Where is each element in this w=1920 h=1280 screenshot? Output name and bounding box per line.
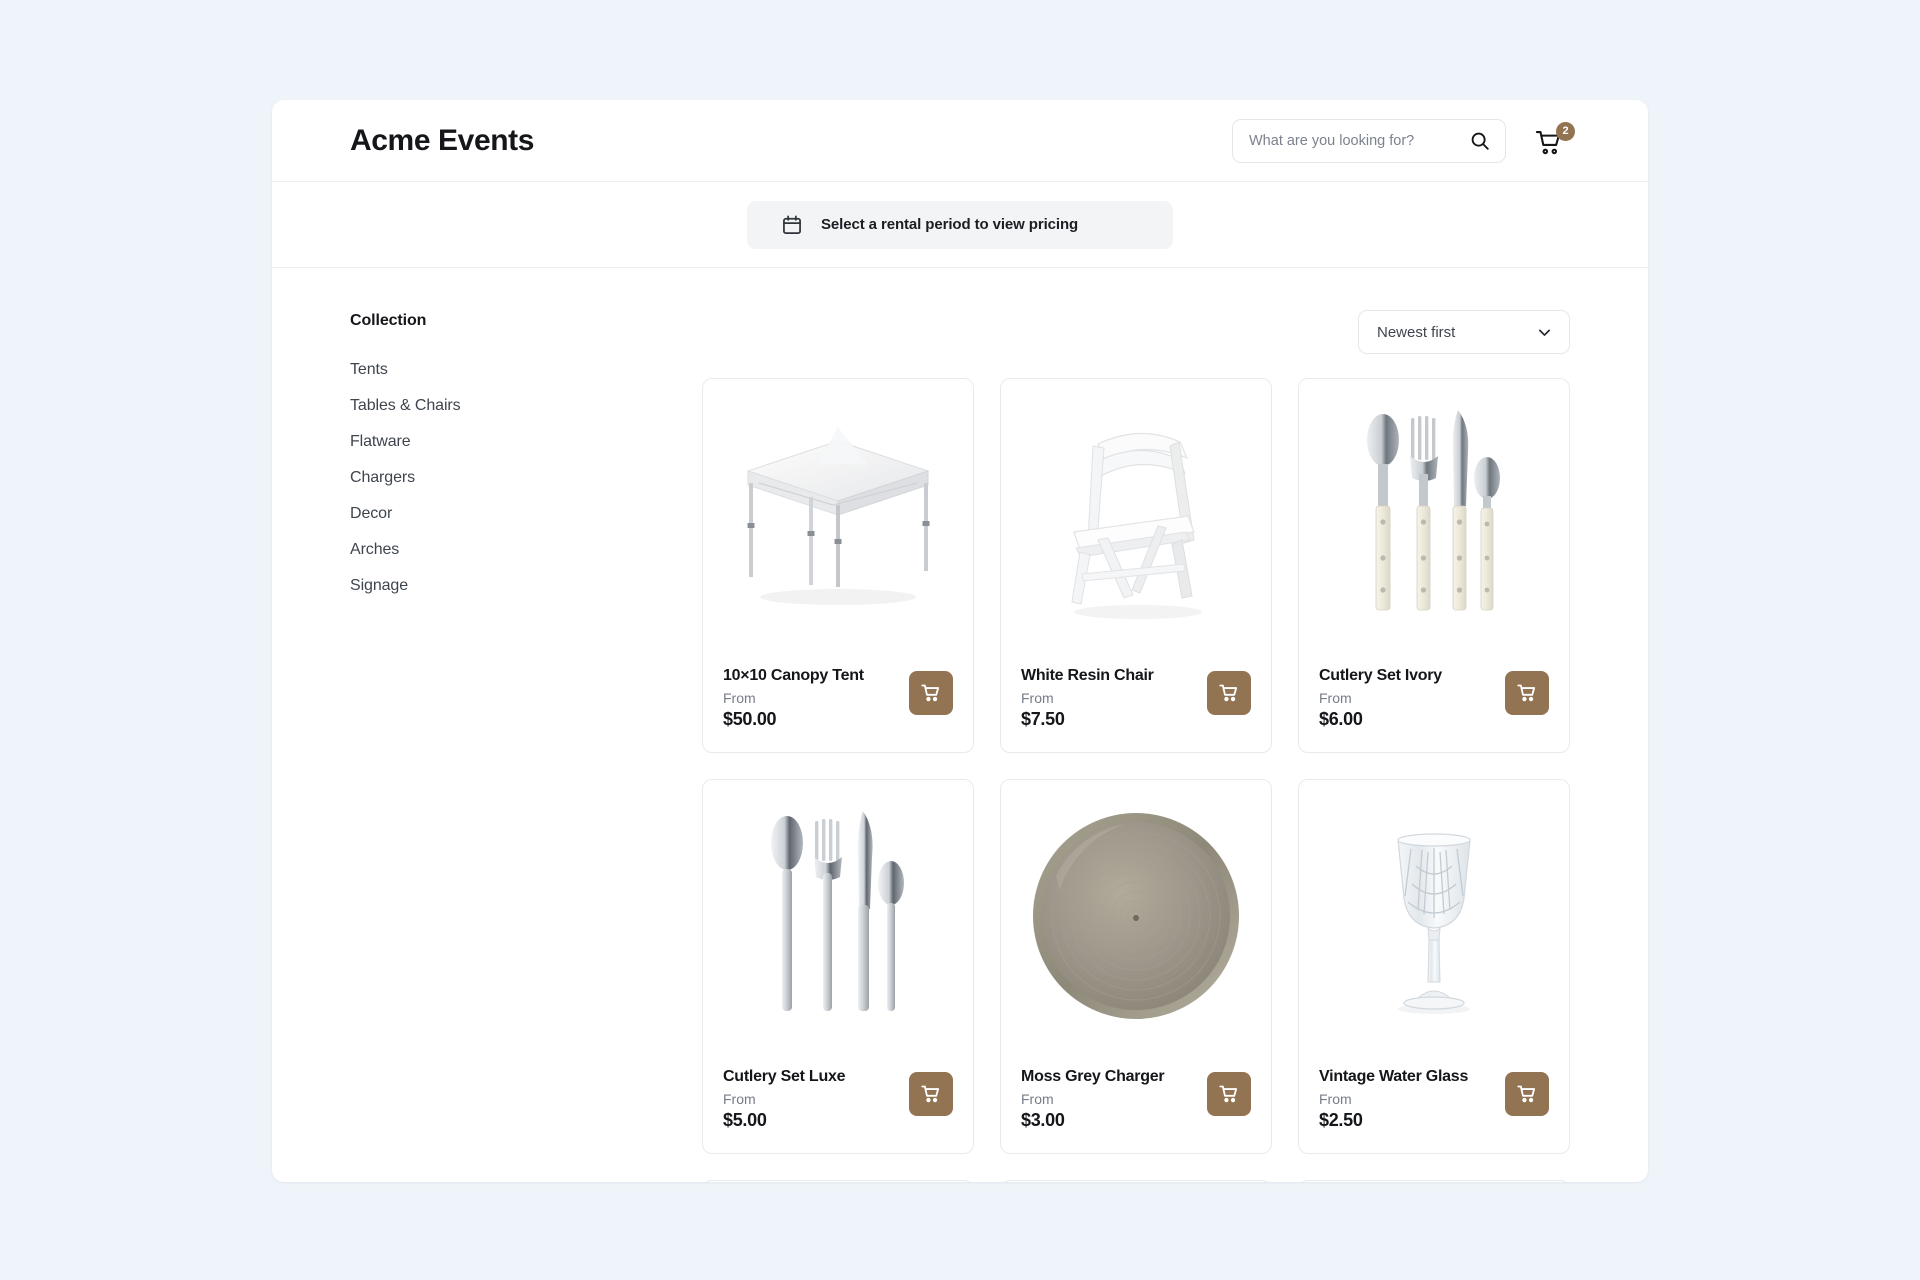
header-actions: 2 [1232,118,1575,163]
product-image-water-glass [1299,780,1569,1052]
shopping-cart-icon [1517,684,1536,702]
shopping-cart-icon [1517,1085,1536,1103]
sidebar: Collection Tents Tables & Chairs Flatwar… [350,310,702,1182]
sort-dropdown[interactable]: Newest first [1358,310,1570,354]
page-root: Acme Events What are you looking for? 2 … [0,0,1920,1280]
cart-button[interactable]: 2 [1534,121,1575,158]
product-info: Cutlery Set Ivory From $6.00 [1299,651,1569,752]
product-image-canopy-tent [703,379,973,651]
search-box[interactable] [1232,118,1506,163]
product-title: Cutlery Set Ivory [1319,667,1442,684]
sidebar-item-flatware[interactable]: Flatware [350,424,702,460]
search-input[interactable] [1249,132,1469,149]
sort-selected-label: Newest first [1377,323,1456,341]
product-from-label: From [1021,1091,1054,1107]
app-header: Acme Events What are you looking for? 2 [272,100,1648,182]
product-grid: 10×10 Canopy Tent From $50.00 White Resi… [702,378,1570,1182]
product-price: $5.00 [723,1110,767,1130]
product-image-charger-plate [1001,780,1271,1052]
add-to-cart-button[interactable] [909,1072,953,1116]
add-to-cart-button[interactable] [1505,671,1549,715]
sidebar-item-signage[interactable]: Signage [350,568,702,604]
product-title: Cutlery Set Luxe [723,1068,846,1085]
product-card[interactable]: 10×10 Canopy Tent From $50.00 [702,378,974,753]
app-window: Acme Events What are you looking for? 2 … [272,100,1648,1182]
add-to-cart-button[interactable] [909,671,953,715]
cart-badge: 2 [1556,121,1575,141]
page-title: Acme Events [350,123,535,157]
product-card[interactable] [702,1180,974,1182]
add-to-cart-button[interactable] [1207,1072,1251,1116]
product-price: $50.00 [723,709,777,729]
product-price: $6.00 [1319,709,1363,729]
product-price: $3.00 [1021,1110,1065,1130]
product-title: Vintage Water Glass [1319,1068,1469,1085]
product-from-label: From [1021,690,1054,706]
add-to-cart-button[interactable] [1505,1072,1549,1116]
sidebar-item-arches[interactable]: Arches [350,532,702,568]
product-card[interactable]: Cutlery Set Ivory From $6.00 [1298,378,1570,753]
product-title: Moss Grey Charger [1021,1068,1165,1085]
product-image-folding-chair [1001,379,1271,651]
product-content: Newest first 10×10 Canopy Tent From $50.… [702,310,1570,1182]
rental-period-button[interactable]: Select a rental period to view pricing [747,200,1173,249]
product-from-label: From [723,690,756,706]
sidebar-item-chargers[interactable]: Chargers [350,460,702,496]
product-price: $7.50 [1021,709,1065,729]
add-to-cart-button[interactable] [1207,671,1251,715]
product-card[interactable] [1298,1180,1570,1182]
rental-period-label: Select a rental period to view pricing [821,216,1079,233]
product-info: Vintage Water Glass From $2.50 [1299,1052,1569,1153]
product-from-label: From [723,1091,756,1107]
product-image-cutlery-ivory [1299,379,1569,651]
sidebar-title: Collection [350,312,427,329]
shopping-cart-icon [921,684,940,702]
product-from-label: From [1319,690,1352,706]
sidebar-item-tables-chairs[interactable]: Tables & Chairs [350,388,702,424]
calendar-icon [781,214,803,236]
content-toolbar: Newest first [702,310,1570,354]
chevron-down-icon [1536,324,1553,341]
product-info: Moss Grey Charger From $3.00 [1001,1052,1271,1153]
product-card[interactable]: Cutlery Set Luxe From $5.00 [702,779,974,1154]
shopping-cart-icon [1219,1085,1238,1103]
shopping-cart-icon [1219,684,1238,702]
product-info: Cutlery Set Luxe From $5.00 [703,1052,973,1153]
app-body: Collection Tents Tables & Chairs Flatwar… [272,268,1648,1182]
product-image-cutlery-silver [703,780,973,1052]
product-card[interactable] [1000,1180,1272,1182]
product-title: White Resin Chair [1021,667,1154,684]
shopping-cart-icon [921,1085,940,1103]
product-price: $2.50 [1319,1110,1363,1130]
rental-period-bar: Select a rental period to view pricing [272,182,1648,268]
product-title: 10×10 Canopy Tent [723,667,864,684]
product-card[interactable]: Moss Grey Charger From $3.00 [1000,779,1272,1154]
product-from-label: From [1319,1091,1352,1107]
product-info: 10×10 Canopy Tent From $50.00 [703,651,973,752]
search-icon[interactable] [1469,130,1491,152]
product-card[interactable]: White Resin Chair From $7.50 [1000,378,1272,753]
sidebar-item-decor[interactable]: Decor [350,496,702,532]
product-info: White Resin Chair From $7.50 [1001,651,1271,752]
product-card[interactable]: Vintage Water Glass From $2.50 [1298,779,1570,1154]
sidebar-item-tents[interactable]: Tents [350,352,702,388]
